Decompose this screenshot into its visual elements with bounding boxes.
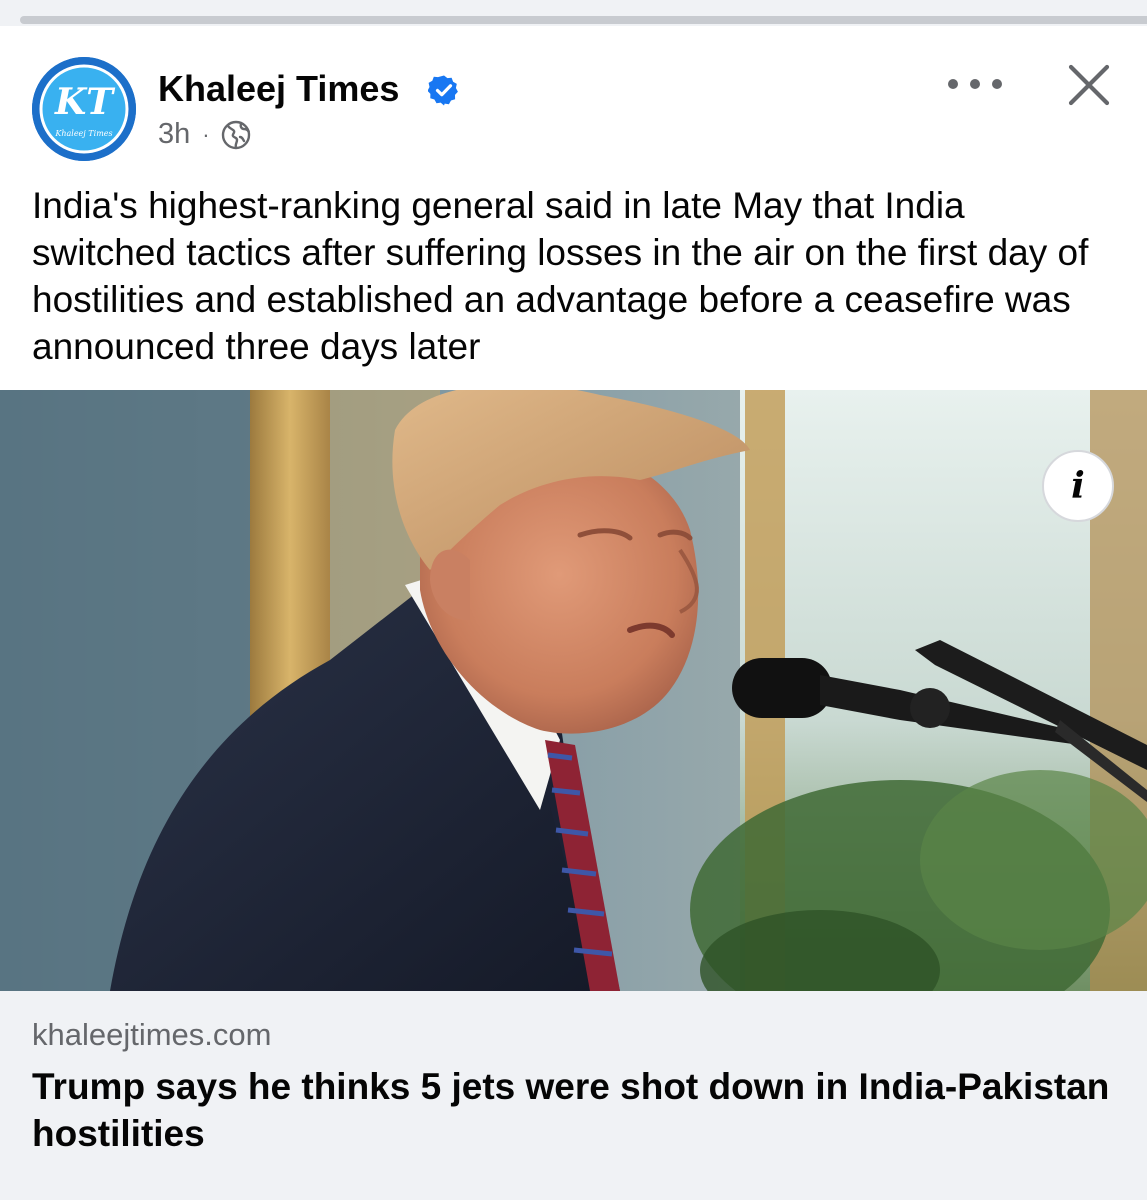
post-photo[interactable] (0, 390, 1147, 991)
feed-post: KT Khaleej Times Khaleej Times 3h · Indi… (0, 26, 1147, 1200)
more-dot (992, 79, 1002, 89)
more-dot (948, 79, 958, 89)
post-timestamp[interactable]: 3h (158, 118, 190, 151)
close-icon[interactable] (1066, 62, 1112, 108)
info-icon[interactable]: i (1042, 450, 1114, 522)
previous-post-edge (20, 16, 1147, 24)
post-meta: 3h · (158, 118, 252, 151)
page-name[interactable]: Khaleej Times (158, 68, 399, 110)
link-preview-card[interactable]: khaleejtimes.com Trump says he thinks 5 … (0, 991, 1147, 1200)
page-avatar[interactable]: KT Khaleej Times (32, 57, 136, 161)
globe-icon[interactable] (220, 119, 252, 151)
link-domain: khaleejtimes.com (32, 1017, 272, 1052)
post-caption: India's highest-ranking general said in … (32, 185, 1089, 367)
meta-separator: · (202, 121, 210, 147)
feed-top-divider (0, 0, 1147, 26)
link-headline[interactable]: Trump says he thinks 5 jets were shot do… (32, 1063, 1112, 1157)
more-options-icon[interactable] (948, 66, 1002, 102)
verified-badge-icon (428, 75, 458, 106)
avatar-monogram: KT (54, 81, 115, 123)
more-dot (970, 79, 980, 89)
avatar-wordmark: Khaleej Times (54, 129, 112, 138)
